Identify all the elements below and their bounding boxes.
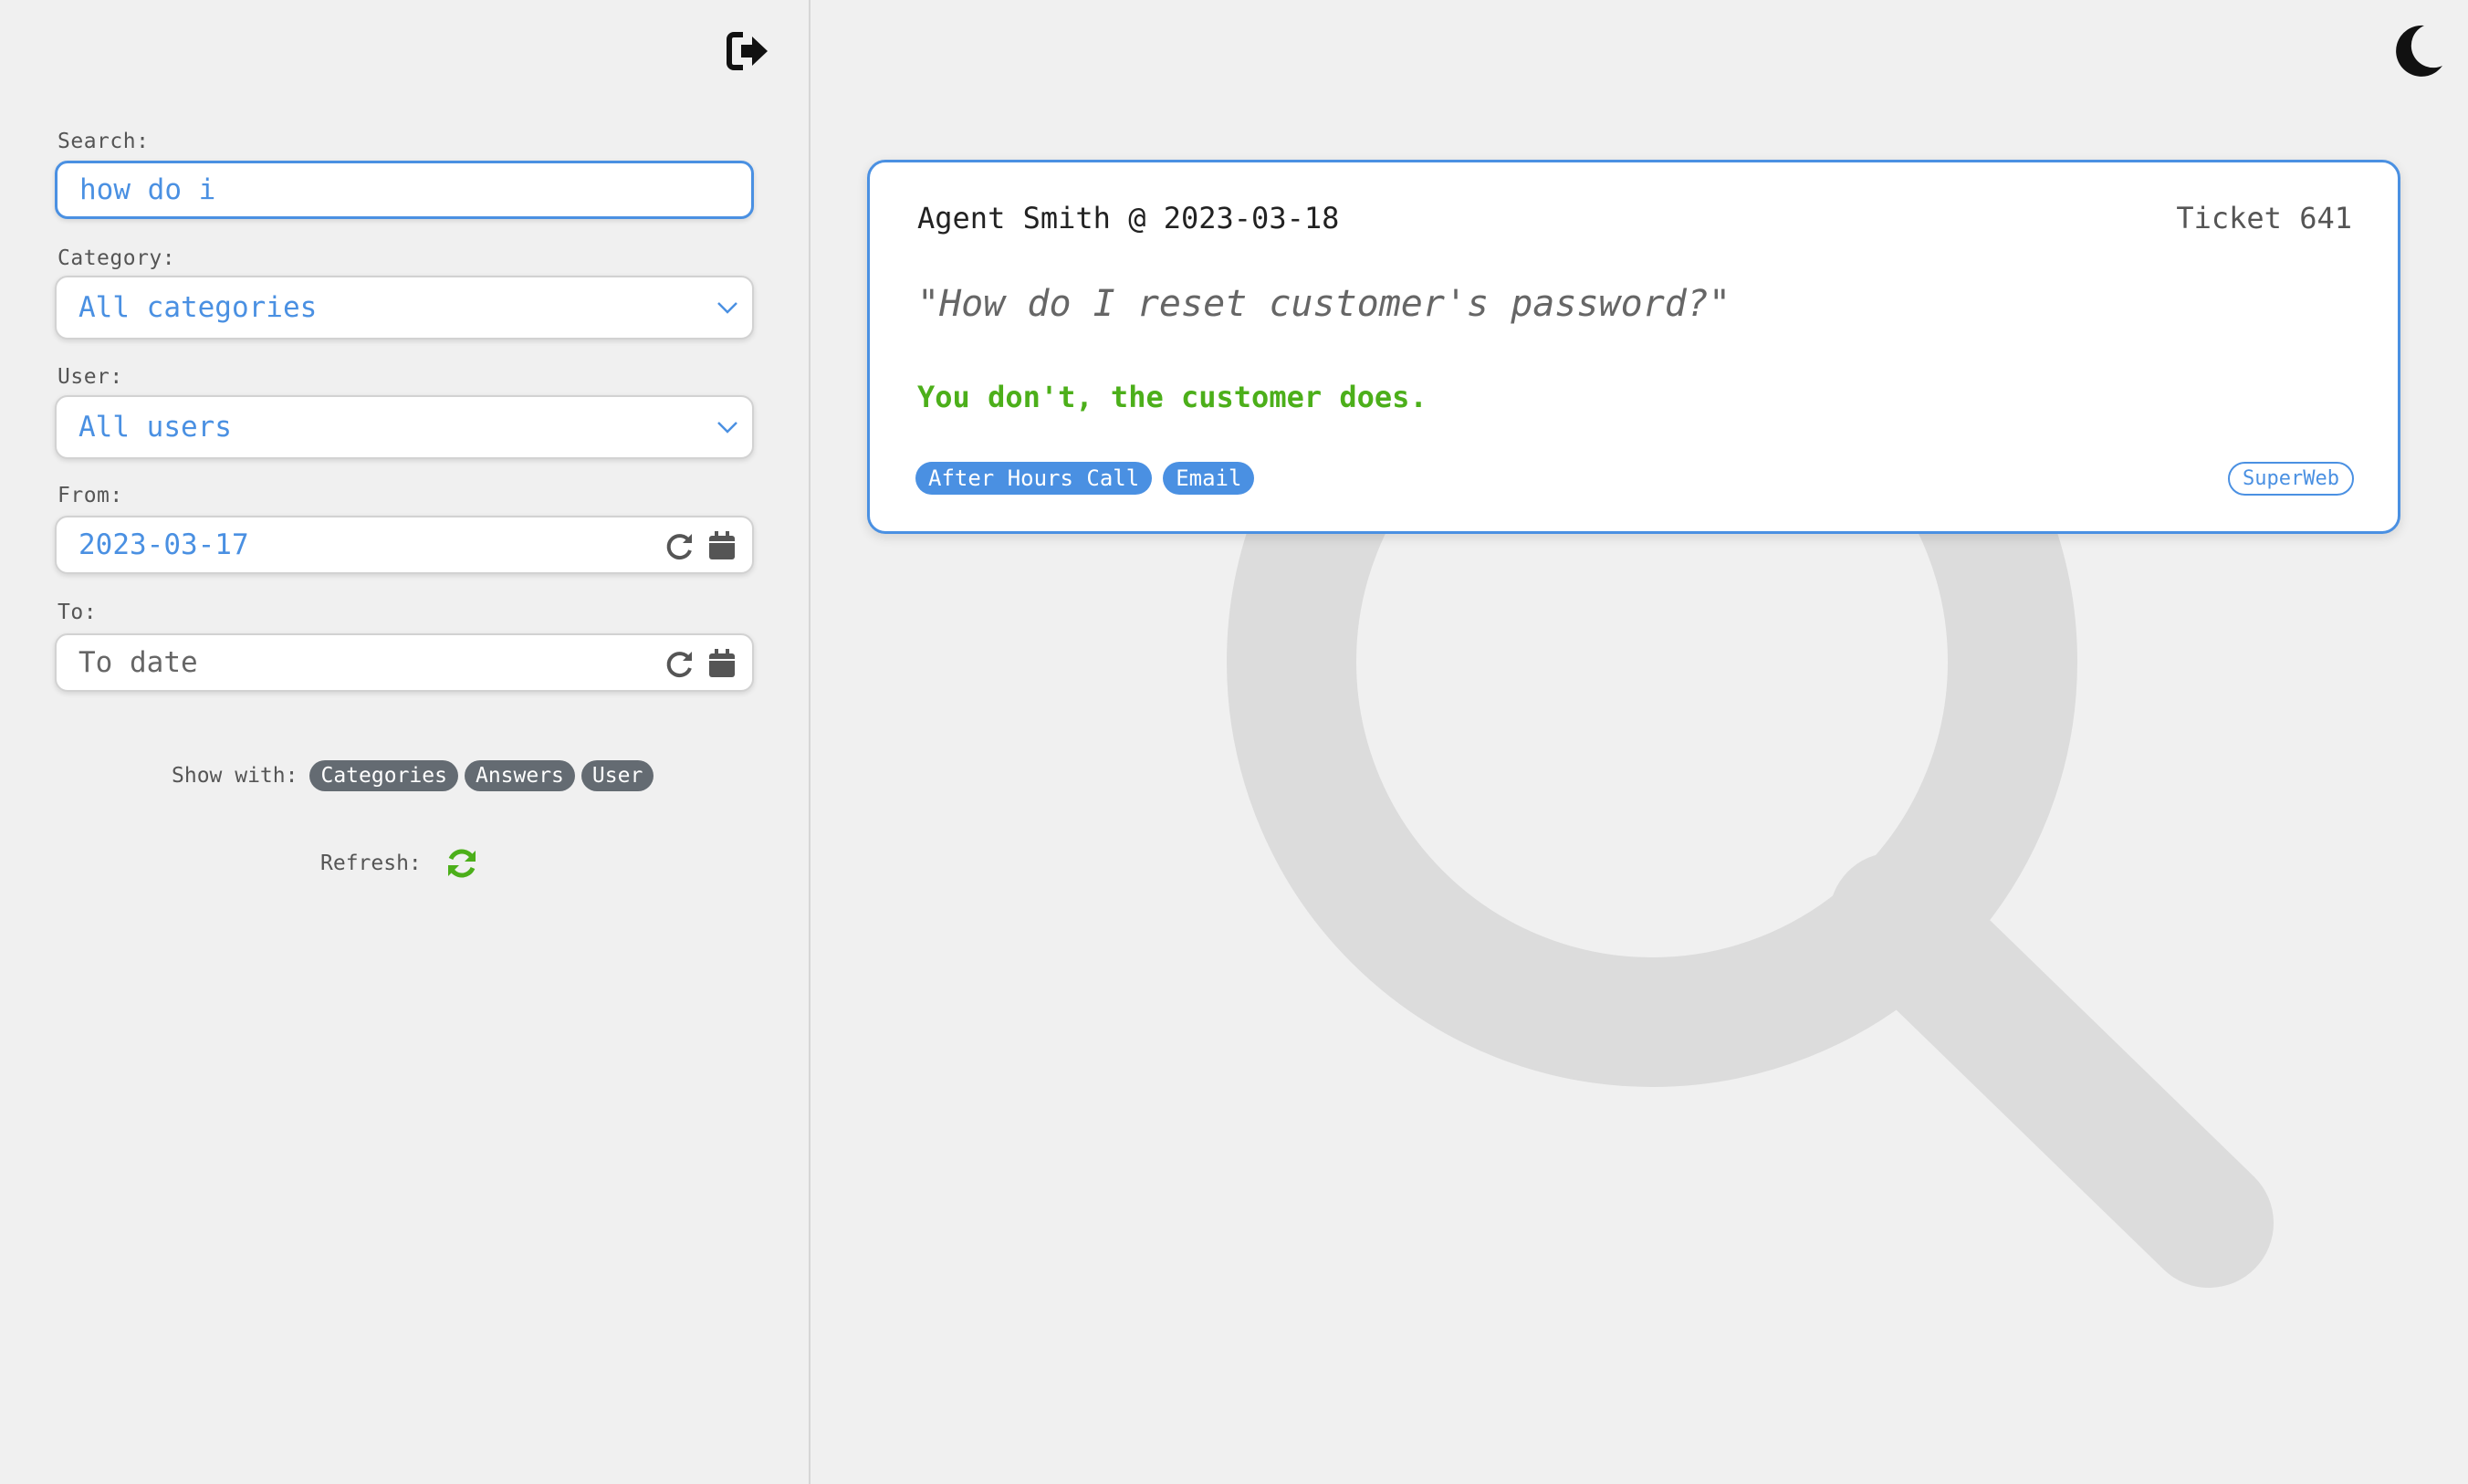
user-label: User: — [58, 365, 123, 389]
chip-answers[interactable]: Answers — [464, 760, 575, 791]
to-date-placeholder: To date — [78, 646, 198, 679]
to-date-input[interactable]: To date — [55, 633, 754, 692]
reset-icon[interactable] — [664, 648, 695, 679]
calendar-icon[interactable] — [706, 648, 737, 679]
show-with-label: Show with: — [172, 764, 298, 788]
refresh-icon[interactable] — [444, 845, 480, 882]
show-with-bar: Show with: Categories Answers User — [172, 758, 654, 794]
result-tags: After Hours Call Email — [915, 462, 1255, 495]
user-select-value: All users — [78, 411, 232, 444]
category-select-value: All categories — [78, 291, 318, 324]
chip-user[interactable]: User — [580, 760, 654, 791]
refresh-label: Refresh: — [320, 852, 422, 875]
logout-icon[interactable] — [727, 31, 770, 71]
result-author: Agent Smith @ 2023-03-18 — [917, 201, 1340, 235]
search-input-value: how do i — [79, 173, 216, 206]
chip-categories[interactable]: Categories — [309, 760, 458, 791]
search-label: Search: — [58, 130, 150, 153]
tag-after-hours-call[interactable]: After Hours Call — [915, 462, 1153, 495]
calendar-icon[interactable] — [706, 530, 737, 561]
user-select[interactable]: All users — [55, 395, 754, 459]
moon-icon[interactable] — [2393, 24, 2444, 77]
category-select[interactable]: All categories — [55, 276, 754, 340]
background-search-icon — [1227, 420, 2274, 1288]
result-question: "How do I reset customer's password?" — [917, 283, 1731, 325]
refresh-row: Refresh: — [320, 845, 480, 882]
chevron-down-icon — [717, 422, 737, 434]
from-date-input[interactable]: 2023-03-17 — [55, 516, 754, 574]
result-answer: You don't, the customer does. — [917, 380, 1427, 414]
result-card[interactable]: Agent Smith @ 2023-03-18 Ticket 641 "How… — [867, 160, 2400, 534]
from-label: From: — [58, 484, 123, 507]
category-label: Category: — [58, 246, 176, 270]
to-label: To: — [58, 601, 98, 624]
sidebar: Search: how do i Category: All categorie… — [0, 0, 810, 1484]
result-ticket: Ticket 641 — [2176, 201, 2352, 235]
from-date-value: 2023-03-17 — [78, 528, 249, 561]
search-input[interactable]: how do i — [55, 161, 754, 219]
company-badge[interactable]: SuperWeb — [2228, 462, 2354, 496]
reset-icon[interactable] — [664, 530, 695, 561]
chevron-down-icon — [717, 302, 737, 314]
tag-email[interactable]: Email — [1163, 462, 1255, 495]
